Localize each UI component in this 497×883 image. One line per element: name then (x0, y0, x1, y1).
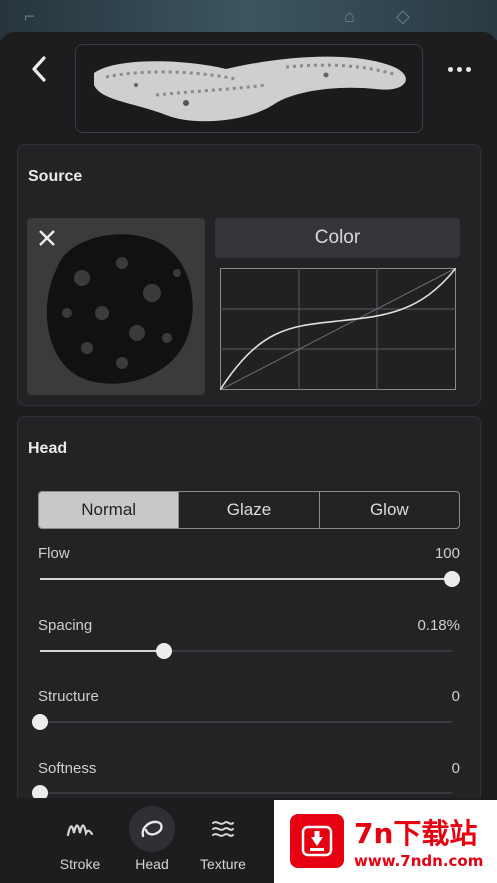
more-options-button[interactable] (443, 58, 475, 80)
structure-slider-knob[interactable] (32, 714, 48, 730)
flow-slider-fill (40, 578, 452, 580)
tab-stroke[interactable]: Stroke (50, 806, 110, 878)
tab-texture-label: Texture (200, 856, 246, 872)
mode-glaze-button[interactable]: Glaze (178, 492, 318, 528)
spacing-slider[interactable] (40, 643, 452, 659)
blend-mode-selector: Normal Glaze Glow (38, 491, 460, 529)
flow-slider-knob[interactable] (444, 571, 460, 587)
softness-value: 0 (451, 760, 460, 777)
structure-slider[interactable] (32, 714, 452, 730)
background-glyph: ⌂ (344, 6, 355, 26)
mode-glow-button[interactable]: Glow (318, 492, 459, 528)
source-title: Source (28, 168, 83, 185)
close-icon (39, 230, 55, 246)
remove-grain-button[interactable] (37, 228, 57, 248)
tab-stroke-label: Stroke (59, 856, 101, 872)
stroke-icon (66, 824, 94, 837)
head-icon (141, 820, 163, 838)
more-dot (465, 66, 471, 72)
color-curve-graph[interactable] (220, 268, 456, 390)
grain-shape-thumbnail[interactable] (27, 218, 205, 395)
flow-label: Flow (38, 545, 70, 562)
spacing-slider-fill (40, 650, 164, 652)
flow-value: 100 (434, 545, 460, 562)
download-arrow-icon (290, 814, 344, 868)
head-title: Head (28, 440, 68, 457)
softness-slider[interactable] (32, 785, 452, 801)
back-button[interactable] (24, 52, 54, 86)
mode-normal-button[interactable]: Normal (39, 492, 179, 528)
texture-icon (212, 821, 234, 837)
tab-head[interactable]: Head (122, 806, 182, 878)
source-section: Source Color (17, 144, 481, 406)
more-dot (456, 66, 462, 72)
spacing-label: Spacing (38, 617, 93, 634)
background-glyph: ⌐ (24, 6, 35, 26)
softness-label: Softness (38, 760, 97, 777)
chevron-left-icon (32, 56, 46, 82)
tab-texture[interactable]: Texture (193, 806, 253, 878)
brush-stroke-preview (75, 44, 423, 133)
structure-value: 0 (451, 688, 460, 705)
color-button[interactable]: Color (215, 218, 460, 258)
watermark-url: www.7ndn.com (354, 852, 484, 870)
tab-head-label: Head (135, 856, 169, 872)
head-section: Head Normal Glaze Glow Flow 100 Spacing … (17, 416, 481, 817)
spacing-slider-knob[interactable] (155, 643, 172, 659)
site-watermark: 7n下载站 www.7ndn.com (274, 800, 497, 883)
spacing-value: 0.18% (417, 617, 460, 634)
flow-slider[interactable] (40, 571, 460, 587)
more-dot (447, 66, 453, 72)
structure-label: Structure (38, 688, 99, 705)
watermark-logo-text: 7n下载站 (354, 817, 478, 850)
background-glyph: ◇ (396, 6, 410, 26)
